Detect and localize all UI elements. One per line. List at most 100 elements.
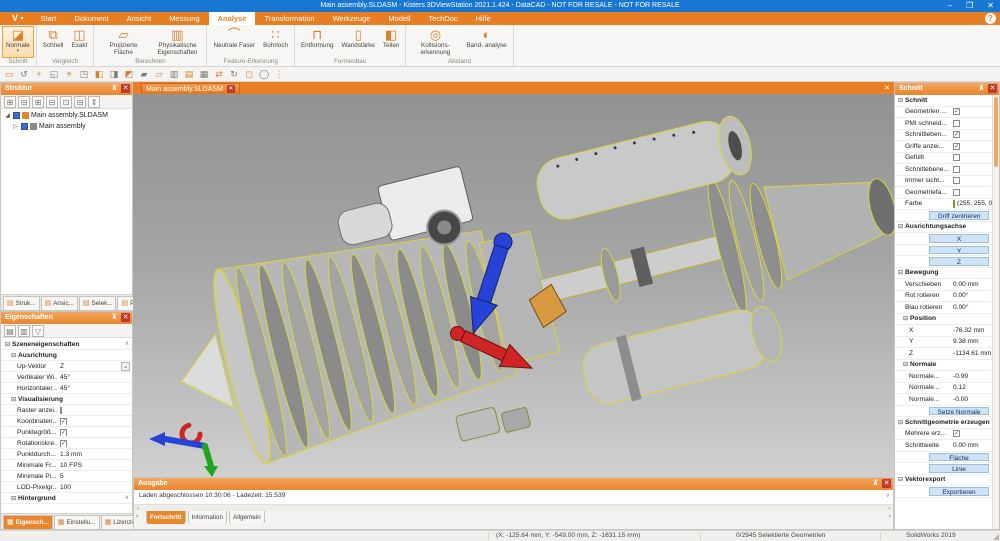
property-value[interactable]: 45° (57, 385, 132, 392)
color-swatch[interactable] (953, 200, 955, 208)
sync-selection-icon[interactable]: ⇕ (88, 96, 100, 108)
projizierte-fläche-button[interactable]: ▱Projizierte Fläche (96, 26, 150, 58)
setze-normale-button[interactable]: Setze Normale (929, 407, 989, 416)
expand-icon[interactable]: ▷ (12, 123, 19, 130)
checkbox[interactable]: ✓ (953, 143, 960, 150)
menu-tab-hilfe[interactable]: Hilfe (467, 12, 500, 25)
property-value[interactable]: 100 (57, 484, 132, 491)
bottom-tab-einstellu[interactable]: ▦Einstellu... (54, 515, 100, 529)
section-row-value[interactable]: -1134.61 mm (951, 350, 992, 357)
close-icon[interactable]: ✕ (882, 479, 891, 488)
checkbox[interactable]: ✓ (953, 430, 960, 437)
close-icon[interactable]: ✕ (121, 313, 130, 322)
menu-tab-transformation[interactable]: Transformation (255, 12, 323, 25)
bottom-tab-eigensch[interactable]: ▦Eigensch... (3, 515, 53, 529)
griff-zentrieren-button[interactable]: Griff zentrieren (929, 211, 989, 220)
collapse-icon[interactable]: ⊟ (898, 270, 903, 276)
collapse-selected-icon[interactable]: ⊟ (46, 96, 58, 108)
resize-grip[interactable]: ◢ (993, 532, 999, 541)
pin-icon[interactable]: ⊼ (977, 84, 986, 93)
view-front-icon[interactable]: ◨ (108, 68, 120, 80)
expand-all-icon[interactable]: ⊞ (4, 96, 16, 108)
pin-icon[interactable]: ⊼ (110, 84, 119, 93)
output-tab-fortschritt[interactable]: Fortschritt (146, 511, 186, 524)
checkbox[interactable]: ✓ (60, 429, 67, 436)
normale-button[interactable]: ◪Normale▾ (2, 26, 34, 58)
checkbox[interactable] (60, 407, 62, 414)
collapse-icon[interactable]: ⊟ (903, 316, 908, 322)
pin-icon[interactable]: ⊼ (110, 313, 119, 322)
checkbox[interactable] (953, 177, 960, 184)
schnell-button[interactable]: ⧉Schnell (39, 26, 68, 58)
viewport-tab[interactable]: Main assembly.SLDASM ✕ (141, 83, 240, 94)
section-row-value[interactable]: -76.32 mm (951, 327, 992, 334)
tabs-next-icon[interactable]: › (889, 513, 891, 520)
menu-tab-werkzeuge[interactable]: Werkzeuge (324, 12, 380, 25)
section-row-value[interactable]: 0.00° (951, 292, 992, 299)
tab-close-icon[interactable]: ✕ (227, 85, 235, 93)
menu-tab-dokument[interactable]: Dokument (65, 12, 117, 25)
render-xray-icon[interactable]: ▦ (198, 68, 210, 80)
collapse-icon[interactable]: ◢ (4, 112, 11, 119)
pan-icon[interactable]: + (33, 68, 45, 80)
fit-view-icon[interactable]: ◳ (78, 68, 90, 80)
checkbox[interactable]: ✓ (953, 131, 960, 138)
entformung-button[interactable]: ⊓Entformung (297, 26, 338, 58)
ellipse-select-icon[interactable]: ◯ (258, 68, 270, 80)
categorized-icon[interactable]: ▤ (4, 325, 16, 337)
exportieren-button[interactable]: Exportieren (929, 487, 989, 496)
property-value[interactable]: 10 FPS (57, 462, 132, 469)
checkbox[interactable] (953, 120, 960, 127)
collapse-icon[interactable]: ⊟ (5, 342, 10, 348)
collapse-icon[interactable]: ⊟ (898, 477, 903, 483)
render-wireframe-icon[interactable]: ▱ (153, 68, 165, 80)
render-shaded-icon[interactable]: ▰ (138, 68, 150, 80)
y-button[interactable]: Y (929, 246, 989, 255)
rotate-view-icon[interactable]: ↺ (18, 68, 30, 80)
collapse-icon[interactable]: ⊟ (898, 420, 903, 426)
tree-node-main-assembly-sldasm[interactable]: ◢Main assembly.SLDASM (1, 110, 132, 121)
x-button[interactable]: X (929, 234, 989, 243)
close-icon[interactable]: ✕ (121, 84, 130, 93)
bohrloch-button[interactable]: ∷Bohrloch (259, 26, 292, 58)
menu-tab-messung[interactable]: Messung (160, 12, 208, 25)
checkbox[interactable] (953, 166, 960, 173)
select-icon[interactable]: ▭ (3, 68, 15, 80)
strip-close-icon[interactable]: ✕ (884, 84, 890, 92)
maximize-button[interactable]: ❐ (966, 0, 973, 12)
collapse-icon[interactable]: ⊟ (11, 496, 16, 502)
section-panel-scrollbar[interactable] (992, 95, 999, 529)
checkbox[interactable]: ✓ (60, 440, 67, 447)
filter-icon[interactable]: ▽ (32, 325, 44, 337)
checkbox[interactable] (953, 154, 960, 161)
screenshot-icon[interactable]: ◻ (243, 68, 255, 80)
checkbox[interactable] (953, 189, 960, 196)
section-row-value[interactable]: -0.99 (951, 373, 992, 380)
scroll-down-icon[interactable]: ∨ (886, 492, 890, 499)
menu-tab-techdoc[interactable]: TechDoc (419, 12, 466, 25)
engine-model-rendering[interactable] (133, 94, 894, 477)
teilen-button[interactable]: ◧Teilen (379, 26, 403, 58)
collapse-icon[interactable]: ⊟ (898, 224, 903, 230)
property-value[interactable]: 1.3 mm (57, 451, 132, 458)
property-value[interactable]: 45° (57, 374, 132, 381)
render-illustration-icon[interactable]: ▤ (183, 68, 195, 80)
view-side-icon[interactable]: ◩ (123, 68, 135, 80)
collapse-icon[interactable]: ⊟ (11, 353, 16, 359)
neutrale-faser-button[interactable]: ⌒Neutrale Faser (209, 26, 259, 58)
viewport-3d[interactable] (133, 94, 894, 477)
visibility-checkbox[interactable] (13, 112, 20, 119)
render-hidden-line-icon[interactable]: ▥ (168, 68, 180, 80)
app-menu-button[interactable]: V ▾ (0, 12, 32, 25)
hide-all-icon[interactable]: ⊟ (74, 96, 86, 108)
view-iso-icon[interactable]: ◧ (93, 68, 105, 80)
alphabetical-icon[interactable]: ▥ (18, 325, 30, 337)
section-row-value[interactable]: 0.12 (951, 384, 992, 391)
exakt-button[interactable]: ◫Exakt (67, 26, 91, 58)
panel-tab-struk[interactable]: ▤Struk... (3, 296, 40, 310)
menu-tab-analyse[interactable]: Analyse (209, 12, 256, 25)
checkbox[interactable]: ✓ (953, 108, 960, 115)
swap-icon[interactable]: ⇄ (213, 68, 225, 80)
panel-tab-ansic[interactable]: ▤Ansic... (41, 296, 78, 310)
section-row-value[interactable]: 0.00 mm (951, 442, 992, 449)
